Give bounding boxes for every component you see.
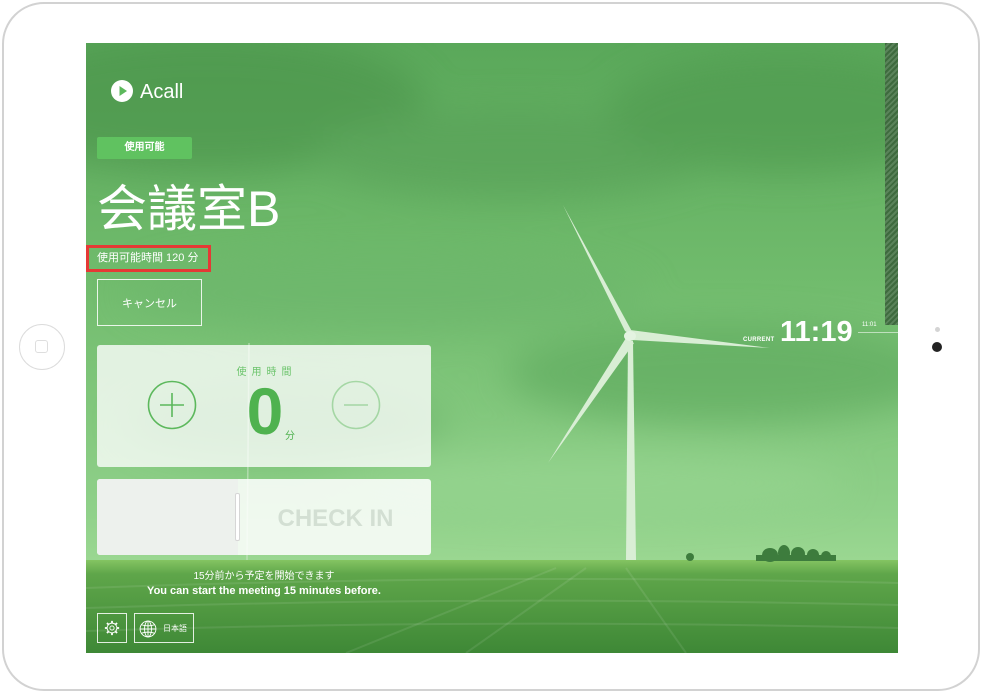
plus-circle-icon bbox=[147, 380, 197, 430]
current-time: 11:19 bbox=[780, 316, 853, 348]
increment-button[interactable] bbox=[147, 380, 197, 430]
settings-button[interactable] bbox=[97, 613, 127, 643]
language-button[interactable]: 日本語 bbox=[134, 613, 194, 643]
app-screen: Acall 使用可能 会議室B 使用可能時間 120 分 キャンセル 使用時間 … bbox=[86, 43, 898, 653]
light-sensor bbox=[935, 327, 940, 332]
room-name: 会議室B bbox=[97, 181, 281, 237]
check-in-label: CHECK IN bbox=[277, 505, 394, 532]
acall-logo-icon bbox=[111, 80, 133, 102]
home-button[interactable] bbox=[19, 324, 65, 370]
front-camera bbox=[932, 342, 942, 352]
check-in-slider[interactable]: CHECK IN bbox=[97, 479, 431, 555]
logo-text: Acall bbox=[140, 81, 184, 103]
status-badge: 使用可能 bbox=[97, 137, 192, 159]
start-notice-ja: 15分前から予定を開始できます bbox=[193, 571, 335, 582]
usage-time-unit: 分 bbox=[285, 431, 295, 442]
gear-icon bbox=[104, 620, 120, 636]
globe-icon bbox=[139, 620, 157, 638]
usage-time-card: 使用時間 0 分 bbox=[97, 345, 431, 467]
current-time-label: CURRENT bbox=[743, 337, 775, 343]
cancel-button[interactable]: キャンセル bbox=[97, 279, 202, 326]
home-button-square-icon bbox=[35, 340, 48, 353]
decrement-button[interactable] bbox=[331, 380, 381, 430]
minus-circle-icon bbox=[331, 380, 381, 430]
highlight-box bbox=[86, 245, 211, 272]
start-notice-en: You can start the meeting 15 minutes bef… bbox=[147, 585, 381, 597]
check-in-slider-track-fill bbox=[97, 479, 238, 555]
timeline-bar[interactable] bbox=[885, 43, 898, 325]
timeline-marker-line bbox=[858, 332, 898, 333]
language-label: 日本語 bbox=[163, 624, 187, 633]
timeline-marker-time: 11:01 bbox=[862, 322, 877, 328]
check-in-slider-handle[interactable] bbox=[235, 493, 240, 541]
start-notice: 15分前から予定を開始できます You can start the meetin… bbox=[97, 569, 431, 599]
